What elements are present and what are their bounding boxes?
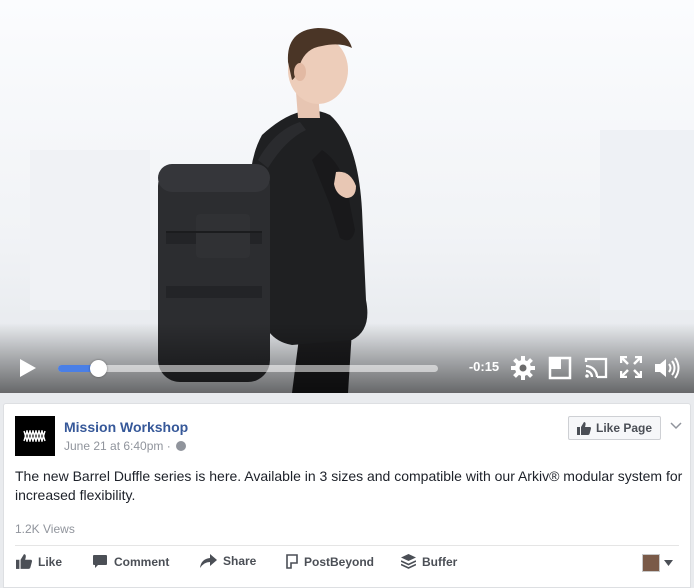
meta-separator: ·	[166, 439, 171, 453]
volume-button[interactable]	[653, 356, 681, 380]
like-button[interactable]: Like	[16, 554, 62, 569]
share-button[interactable]: Share	[200, 554, 256, 568]
share-label: Share	[223, 554, 257, 568]
post-meta: June 21 at 6:40pm ·	[64, 439, 187, 453]
volume-icon	[655, 357, 680, 379]
gear-icon	[511, 356, 535, 380]
buffer-button[interactable]: Buffer	[401, 554, 457, 569]
fullscreen-icon	[619, 355, 643, 379]
fullscreen-button[interactable]	[619, 355, 643, 379]
postbeyond-icon	[286, 554, 298, 569]
comment-icon	[93, 555, 107, 568]
comment-label: Comment	[114, 554, 170, 569]
progress-bar[interactable]	[58, 360, 438, 377]
cast-icon	[584, 357, 608, 379]
thumbs-up-icon	[16, 554, 32, 569]
cast-button[interactable]	[583, 356, 609, 380]
post-card: Mission Workshop June 21 at 6:40pm · Lik…	[3, 403, 691, 588]
play-icon	[20, 359, 36, 377]
page-name-link[interactable]: Mission Workshop	[64, 419, 188, 435]
comment-button[interactable]: Comment	[92, 554, 169, 569]
picture-in-picture-icon	[548, 356, 572, 380]
globe-icon	[176, 441, 187, 451]
view-count: 1.2K Views	[15, 522, 75, 536]
chevron-down-icon	[670, 422, 682, 430]
time-remaining: -0:15	[468, 359, 500, 374]
share-arrow-icon	[200, 554, 217, 568]
picture-in-picture-button[interactable]	[548, 356, 572, 380]
thumbs-up-icon	[577, 421, 591, 435]
video-player[interactable]: -0:15	[0, 0, 694, 393]
settings-button[interactable]	[510, 355, 536, 381]
caret-down-icon	[664, 560, 673, 566]
play-button[interactable]	[16, 357, 38, 379]
video-controls: -0:15	[0, 343, 694, 393]
post-options-chevron[interactable]	[670, 418, 682, 430]
buffer-stack-icon	[401, 554, 416, 569]
postbeyond-label: PostBeyond	[304, 554, 375, 569]
user-avatar	[642, 554, 660, 572]
post-timestamp[interactable]: June 21 at 6:40pm	[64, 439, 163, 453]
buffer-label: Buffer	[422, 554, 458, 569]
postbeyond-button[interactable]: PostBeyond	[286, 554, 374, 569]
action-bar: Like Comment Share PostBeyond Buffer	[4, 546, 690, 586]
like-page-label: Like Page	[596, 421, 653, 435]
like-page-button[interactable]: Like Page	[568, 416, 662, 440]
progress-scrubber[interactable]	[89, 360, 107, 377]
like-label: Like	[38, 554, 63, 569]
post-as-selector[interactable]	[642, 554, 673, 572]
page-avatar[interactable]	[15, 416, 55, 456]
mission-workshop-logo	[23, 430, 46, 442]
post-text: The new Barrel Duffle series is here. Av…	[15, 468, 683, 503]
